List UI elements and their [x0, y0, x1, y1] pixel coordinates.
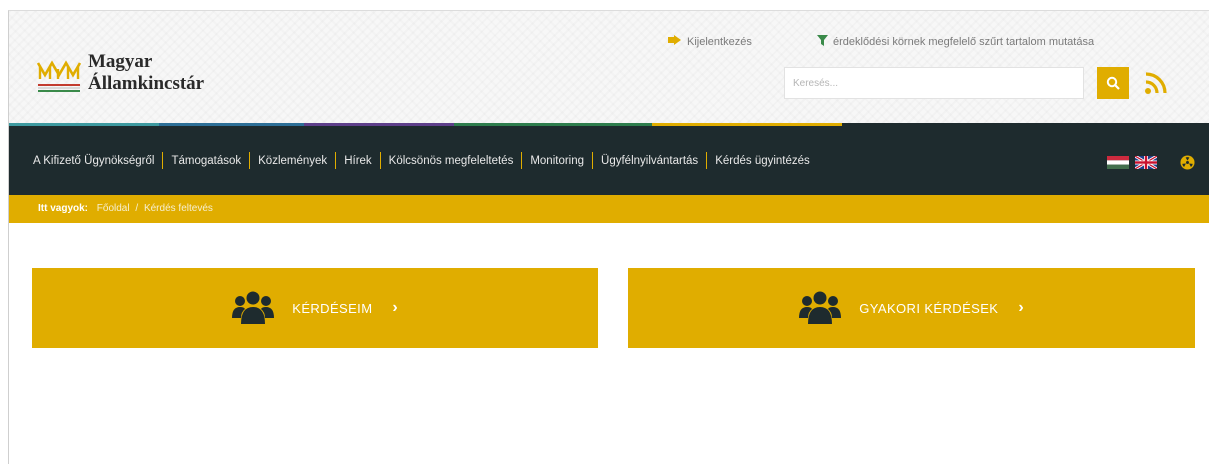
nav-item-kifizeto[interactable]: A Kifizető Ügynökségről: [33, 155, 154, 167]
site-header: Magyar Államkincstár Kijelentkezés érdek…: [9, 11, 1209, 125]
chevron-right-icon: ›: [1018, 299, 1024, 316]
radiation-icon[interactable]: [1180, 155, 1195, 170]
nav-separator: [592, 152, 594, 169]
chevron-right-icon: ›: [392, 299, 398, 316]
nav-separator: [706, 152, 708, 169]
uk-flag-icon[interactable]: [1135, 156, 1157, 169]
breadcrumb-home[interactable]: Főoldal: [97, 203, 130, 214]
faq-button[interactable]: GYAKORI KÉRDÉSEK ›: [628, 268, 1195, 348]
logo-mark-icon: [36, 51, 82, 97]
logout-label: Kijelentkezés: [687, 35, 752, 48]
rss-button[interactable]: [1140, 67, 1172, 99]
logo-line-1: Magyar: [88, 51, 153, 72]
filter-icon: [817, 35, 828, 49]
hungarian-flag-icon[interactable]: [1107, 156, 1129, 169]
search-button[interactable]: [1097, 67, 1129, 99]
nav-item-kolcsonos[interactable]: Kölcsönös megfeleltetés: [389, 155, 514, 167]
breadcrumb-prefix: Itt vagyok:: [38, 203, 89, 214]
main-navigation: A Kifizető Ügynökségről Támogatások Közl…: [9, 126, 1209, 195]
logout-link[interactable]: Kijelentkezés: [668, 35, 752, 48]
nav-separator: [521, 152, 523, 169]
faq-label: GYAKORI KÉRDÉSEK: [859, 300, 999, 316]
users-icon: [232, 291, 275, 324]
nav-separator: [249, 152, 251, 169]
nav-separator: [379, 152, 381, 169]
breadcrumb-current: Kérdés feltevés: [143, 203, 213, 214]
nav-separator: [162, 152, 164, 169]
breadcrumb: Itt vagyok: Főoldal / Kérdés feltevés: [9, 195, 1209, 223]
nav-item-ugyfelnyilvantartas[interactable]: Ügyfélnyilvántartás: [601, 155, 698, 167]
search-icon: [1106, 76, 1120, 90]
my-questions-label: KÉRDÉSEIM: [292, 300, 373, 316]
language-selector: [1107, 156, 1163, 169]
nav-item-kerdes-ugyintezes[interactable]: Kérdés ügyintézés: [715, 155, 810, 167]
nav-item-hirek[interactable]: Hírek: [344, 155, 371, 167]
breadcrumb-separator: /: [135, 203, 139, 214]
site-logo[interactable]: Magyar Államkincstár: [36, 51, 204, 97]
users-icon: [799, 291, 842, 324]
nav-separator: [335, 152, 337, 169]
search-input[interactable]: Keresés...: [784, 67, 1084, 99]
logout-icon: [668, 35, 682, 48]
rss-icon: [1145, 72, 1167, 94]
filter-label: érdeklődési körnek megfelelő szűrt tarta…: [833, 36, 1095, 48]
page-frame: Magyar Államkincstár Kijelentkezés érdek…: [8, 10, 1209, 464]
nav-item-tamogatasok[interactable]: Támogatások: [171, 155, 241, 167]
my-questions-button[interactable]: KÉRDÉSEIM ›: [32, 268, 598, 348]
nav-item-kozlemenyek[interactable]: Közlemények: [258, 155, 327, 167]
logo-line-2: Államkincstár: [88, 73, 205, 94]
logo-text: Magyar Államkincstár: [88, 51, 204, 95]
nav-item-monitoring[interactable]: Monitoring: [530, 155, 584, 167]
filter-toggle[interactable]: érdeklődési körnek megfelelő szűrt tarta…: [817, 35, 1094, 49]
